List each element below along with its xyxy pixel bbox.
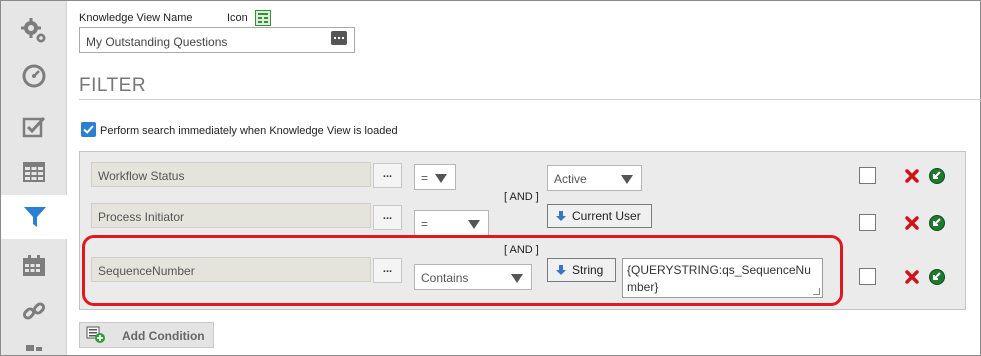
condition-row-checkbox[interactable] — [859, 268, 876, 285]
current-user-button[interactable]: Current User — [547, 204, 652, 228]
condition-field-process-initiator[interactable]: Process Initiator — [91, 203, 371, 228]
operator-value: = — [421, 171, 429, 185]
confirm-condition-icon[interactable] — [929, 215, 945, 231]
condition-row-checkbox[interactable] — [859, 167, 876, 184]
more-icon[interactable] — [1, 333, 67, 355]
name-options-button[interactable] — [331, 31, 347, 45]
immediate-search-label: Perform search immediately when Knowledg… — [100, 125, 398, 137]
condition-operator-select[interactable]: = — [414, 164, 456, 190]
operator-value: = — [421, 217, 429, 231]
settings-gears-icon[interactable] — [1, 9, 67, 53]
condition-field-picker-button[interactable]: ... — [373, 205, 402, 230]
chevron-down-icon — [435, 174, 447, 183]
chevron-down-icon — [468, 220, 480, 229]
checklist-icon[interactable] — [1, 105, 67, 149]
chevron-down-icon — [621, 175, 633, 184]
filter-divider — [79, 99, 981, 100]
delete-condition-icon[interactable] — [905, 169, 919, 183]
arrow-down-icon — [556, 211, 566, 221]
left-icon-rail — [1, 1, 68, 355]
immediate-search-checkbox[interactable] — [81, 122, 96, 137]
delete-condition-icon[interactable] — [905, 270, 919, 284]
dashboard-gauge-icon[interactable] — [1, 54, 67, 98]
filter-section-title: FILTER — [79, 75, 147, 96]
add-condition-icon — [86, 326, 105, 343]
confirm-condition-icon[interactable] — [929, 168, 945, 184]
link-icon[interactable] — [1, 289, 67, 333]
delete-condition-icon[interactable] — [905, 216, 919, 230]
condition-row-checkbox[interactable] — [859, 214, 876, 231]
confirm-condition-icon[interactable] — [929, 269, 945, 285]
highlight-annotation — [82, 235, 843, 306]
condition-field-workflow-status[interactable]: Workflow Status — [91, 162, 371, 187]
table-grid-icon[interactable] — [1, 150, 67, 194]
condition-operator-select[interactable]: = — [414, 210, 489, 236]
knowledge-view-name-input[interactable]: My Outstanding Questions — [79, 27, 355, 53]
add-condition-button[interactable]: Add Condition — [79, 322, 214, 348]
knowledge-view-name-label: Knowledge View Name — [79, 12, 193, 24]
icon-label: Icon — [227, 12, 248, 24]
icon-picker-icon[interactable] — [255, 10, 271, 26]
and-connector-label: [ AND ] — [504, 191, 539, 203]
filter-funnel-icon[interactable] — [1, 195, 68, 239]
calendar-icon[interactable] — [1, 244, 67, 288]
value-text: Active — [554, 172, 587, 186]
add-condition-label: Add Condition — [122, 329, 205, 343]
current-user-label: Current User — [572, 209, 641, 223]
condition-field-picker-button[interactable]: ... — [373, 163, 402, 188]
condition-value-select[interactable]: Active — [547, 165, 642, 191]
